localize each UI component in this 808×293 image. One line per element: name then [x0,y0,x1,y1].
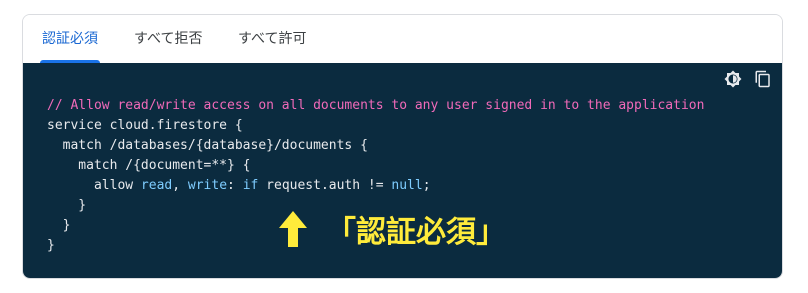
code-token: allow [47,178,141,193]
code-line: service cloud.firestore { [47,118,243,133]
annotation-text: 「認証必須」 [326,215,506,250]
code-line: } [47,238,55,253]
code-token: request.auth != [258,178,392,193]
tab-label: 認証必須 [42,31,98,47]
code-token: , [172,178,188,193]
tab-label: すべて拒否 [134,31,203,47]
tab-allow-all[interactable]: すべて許可 [238,15,306,63]
code-keyword: null [391,178,423,193]
tab-label: すべて許可 [238,31,307,47]
code-line: allow read, write: if request.auth != nu… [47,178,431,193]
annotation-callout: 「認証必須」 [278,207,506,251]
code-toolbar [724,69,772,89]
code-token: ; [422,178,431,193]
tab-bar: 認証必須 すべて拒否 すべて許可 [23,15,782,63]
code-line: } [47,218,71,233]
tab-deny-all[interactable]: すべて拒否 [134,15,202,63]
code-line: } [47,198,87,213]
code-comment: // Allow read/write access on all docume… [47,98,705,113]
copy-icon[interactable] [754,70,772,88]
code-line: match /databases/{database}/documents { [47,138,368,153]
tab-auth-required[interactable]: 認証必須 [40,15,100,63]
dark-mode-icon[interactable] [724,70,742,88]
up-arrow-icon [278,210,308,248]
code-keyword: read [140,178,173,193]
code-token: : [227,178,243,193]
code-line: match /{document=**} { [47,158,251,173]
code-keyword: write [187,178,228,193]
code-keyword: if [242,178,259,193]
